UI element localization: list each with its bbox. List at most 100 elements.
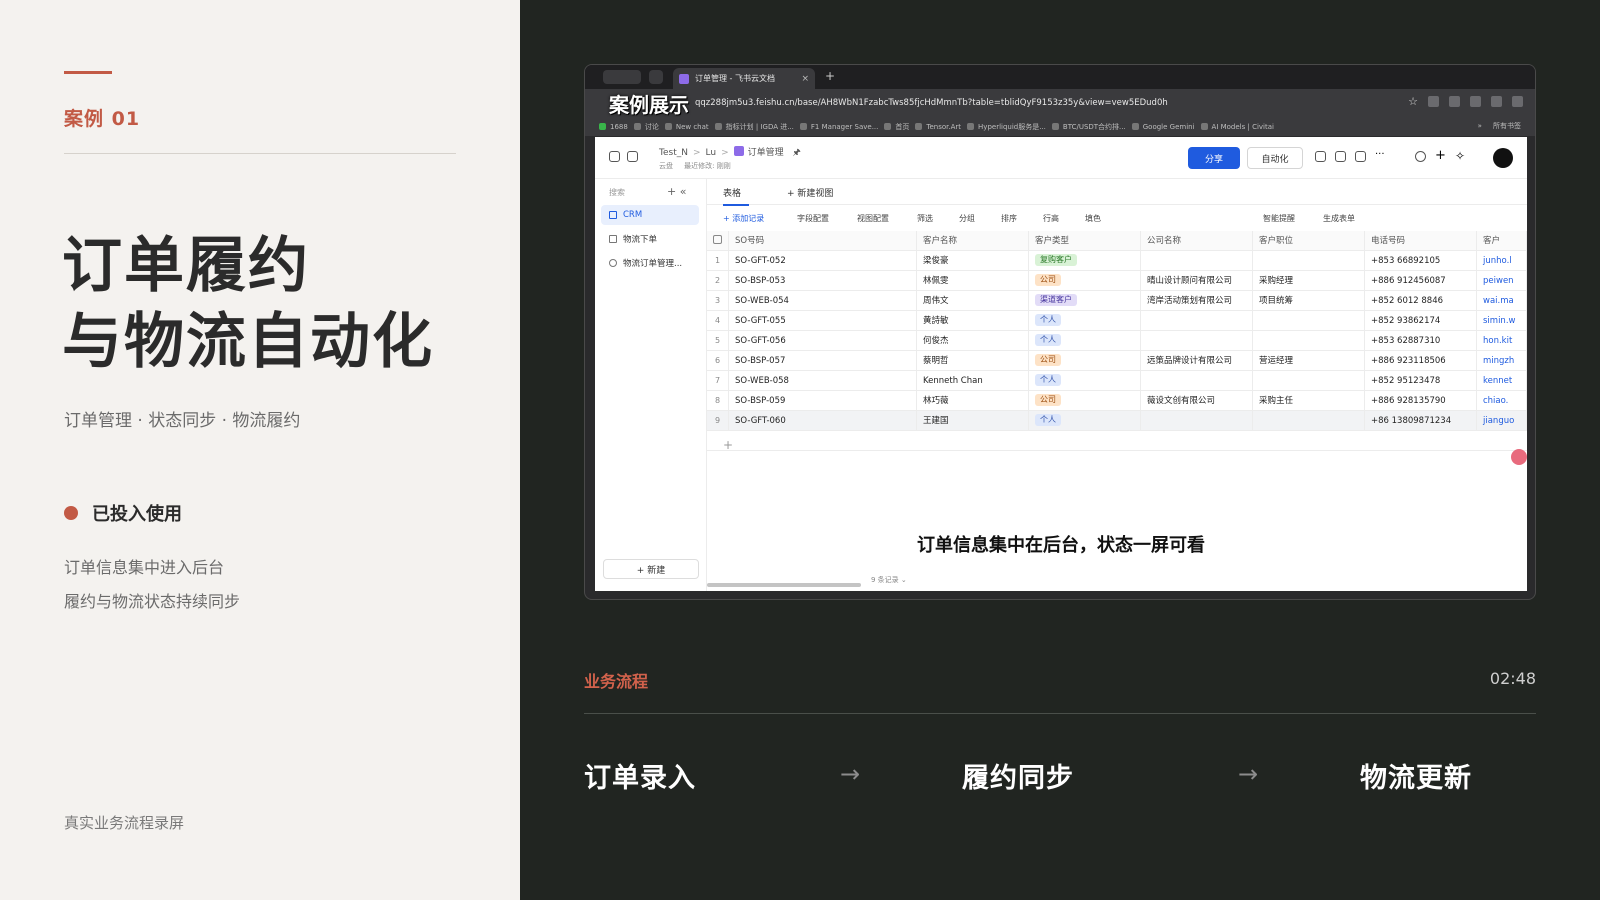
assistant-float-icon[interactable]: [1511, 449, 1527, 465]
position-cell[interactable]: [1253, 371, 1365, 391]
row-number[interactable]: 1: [707, 251, 729, 271]
table-row[interactable]: 7 SO-WEB-058 Kenneth Chan 个人 +852 95123478 ke…: [707, 371, 1527, 391]
add-record-button[interactable]: + 添加记录: [723, 213, 764, 224]
email-cell[interactable]: hon.kit: [1477, 331, 1527, 351]
so-number-cell[interactable]: SO-GFT-060: [729, 411, 917, 431]
customer-type-cell[interactable]: 个人: [1029, 411, 1141, 431]
email-cell[interactable]: wai.ma: [1477, 291, 1527, 311]
phone-cell[interactable]: +853 62887310: [1365, 331, 1477, 351]
table-row[interactable]: 6 SO-BSP-057 蔡明哲 公司 远策品牌设计有限公司 营运经理 +886 92311…: [707, 351, 1527, 371]
record-count[interactable]: 9 条记录 ⌄: [871, 575, 907, 585]
customer-type-cell[interactable]: 复购客户: [1029, 251, 1141, 271]
company-name-cell[interactable]: 远策品牌设计有限公司: [1141, 351, 1253, 371]
so-number-cell[interactable]: SO-GFT-052: [729, 251, 917, 271]
profile-icon[interactable]: [1491, 96, 1502, 107]
breadcrumb-item[interactable]: Test_N: [659, 148, 688, 158]
sidebar-actions[interactable]: + «: [667, 185, 686, 198]
row-number[interactable]: 3: [707, 291, 729, 311]
phone-cell[interactable]: +886 912456087: [1365, 271, 1477, 291]
browser-tab[interactable]: 订单管理 - 飞书云文档 ×: [673, 68, 815, 89]
extension-icon[interactable]: [1428, 96, 1439, 107]
row-number[interactable]: 9: [707, 411, 729, 431]
phone-cell[interactable]: +852 6012 8846: [1365, 291, 1477, 311]
more-icon[interactable]: ···: [1375, 150, 1386, 162]
customer-name-cell[interactable]: 黄詩敏: [917, 311, 1029, 331]
position-cell[interactable]: [1253, 311, 1365, 331]
so-number-cell[interactable]: SO-BSP-053: [729, 271, 917, 291]
bookmark-star-icon[interactable]: ☆: [1408, 96, 1418, 107]
email-cell[interactable]: mingzh: [1477, 351, 1527, 371]
checkbox-icon[interactable]: [713, 235, 722, 244]
email-cell[interactable]: simin.w: [1477, 311, 1527, 331]
bookmark-item[interactable]: New chat: [664, 123, 709, 131]
url-text[interactable]: qqz288jm5u3.feishu.cn/base/AH8WbN1FzabcT…: [695, 98, 1168, 108]
view-config-button[interactable]: 视图配置: [857, 213, 889, 224]
row-number[interactable]: 5: [707, 331, 729, 351]
phone-cell[interactable]: +886 928135790: [1365, 391, 1477, 411]
position-cell[interactable]: [1253, 251, 1365, 271]
bookmark-item[interactable]: F1 Manager Save...: [799, 123, 878, 131]
phone-cell[interactable]: +852 95123478: [1365, 371, 1477, 391]
bookmark-item[interactable]: AI Models | Civitai: [1200, 123, 1274, 131]
sidebar-toggle-icon[interactable]: [609, 151, 620, 162]
customer-type-cell[interactable]: 个人: [1029, 331, 1141, 351]
position-cell[interactable]: 采购经理: [1253, 271, 1365, 291]
column-header[interactable]: 客户类型: [1029, 231, 1141, 251]
field-config-button[interactable]: 字段配置: [797, 213, 829, 224]
bookmark-item[interactable]: 指标计划 | IGDA 进...: [714, 122, 794, 132]
home-icon[interactable]: [627, 151, 638, 162]
phone-cell[interactable]: +852 93862174: [1365, 311, 1477, 331]
column-header[interactable]: 客户名称: [917, 231, 1029, 251]
smart-reminder-button[interactable]: 智能提醒: [1263, 213, 1295, 224]
row-number[interactable]: 8: [707, 391, 729, 411]
customer-type-cell[interactable]: 公司: [1029, 271, 1141, 291]
company-name-cell[interactable]: [1141, 251, 1253, 271]
breadcrumb-item[interactable]: Lu: [706, 148, 717, 158]
select-all-checkbox[interactable]: [707, 231, 729, 251]
row-number[interactable]: 4: [707, 311, 729, 331]
email-cell[interactable]: kennet: [1477, 371, 1527, 391]
customer-name-cell[interactable]: 周伟文: [917, 291, 1029, 311]
table-row[interactable]: 8 SO-BSP-059 林巧薇 公司 薇设文创有限公司 采购主任 +886 9281357…: [707, 391, 1527, 411]
so-number-cell[interactable]: SO-BSP-057: [729, 351, 917, 371]
row-number[interactable]: 6: [707, 351, 729, 371]
phone-cell[interactable]: +853 66892105: [1365, 251, 1477, 271]
tab-grid-view[interactable]: 表格: [723, 186, 750, 206]
sidebar-item-crm[interactable]: CRM: [601, 205, 699, 225]
ai-sparkle-icon[interactable]: ✧: [1455, 150, 1466, 162]
customer-name-cell[interactable]: 王建国: [917, 411, 1029, 431]
sidebar-item-logistics-management[interactable]: 物流订单管理...: [601, 253, 699, 273]
search-icon[interactable]: [1415, 151, 1426, 162]
customer-name-cell[interactable]: 梁俊豪: [917, 251, 1029, 271]
table-row[interactable]: 9 SO-GFT-060 王建国 个人 +86 13809871234 jianguo: [707, 411, 1527, 431]
phone-cell[interactable]: +886 923118506: [1365, 351, 1477, 371]
plugin-icon[interactable]: [1335, 151, 1346, 162]
position-cell[interactable]: 营运经理: [1253, 351, 1365, 371]
company-name-cell[interactable]: 湾岸活动策划有限公司: [1141, 291, 1253, 311]
bookmark-item[interactable]: 讨论: [633, 122, 659, 132]
empty-add-row[interactable]: [707, 431, 1527, 451]
email-cell[interactable]: junho.l: [1477, 251, 1527, 271]
filter-button[interactable]: 筛选: [917, 213, 933, 224]
row-height-button[interactable]: 行高: [1043, 213, 1059, 224]
email-cell[interactable]: jianguo: [1477, 411, 1527, 431]
fill-color-button[interactable]: 填色: [1085, 213, 1101, 224]
bookmark-item[interactable]: BTC/USDT合约排...: [1051, 122, 1126, 132]
so-number-cell[interactable]: SO-GFT-056: [729, 331, 917, 351]
table-row[interactable]: 1 SO-GFT-052 梁俊豪 复购客户 +853 66892105 junho.l: [707, 251, 1527, 271]
company-name-cell[interactable]: [1141, 371, 1253, 391]
table-row[interactable]: 4 SO-GFT-055 黄詩敏 个人 +852 93862174 simin.w: [707, 311, 1527, 331]
new-table-button[interactable]: + 新建: [603, 559, 699, 579]
group-button[interactable]: 分组: [959, 213, 975, 224]
customer-name-cell[interactable]: 林佩雯: [917, 271, 1029, 291]
customer-type-cell[interactable]: 公司: [1029, 391, 1141, 411]
bookmark-item[interactable]: 首页: [884, 122, 909, 132]
customer-name-cell[interactable]: 何俊杰: [917, 331, 1029, 351]
position-cell[interactable]: 项目统筹: [1253, 291, 1365, 311]
table-row[interactable]: 3 SO-WEB-054 周伟文 渠道客户 湾岸活动策划有限公司 项目统筹 +852 601…: [707, 291, 1527, 311]
company-name-cell[interactable]: [1141, 331, 1253, 351]
so-number-cell[interactable]: SO-BSP-059: [729, 391, 917, 411]
so-number-cell[interactable]: SO-GFT-055: [729, 311, 917, 331]
email-cell[interactable]: chiao.: [1477, 391, 1527, 411]
customer-name-cell[interactable]: 林巧薇: [917, 391, 1029, 411]
